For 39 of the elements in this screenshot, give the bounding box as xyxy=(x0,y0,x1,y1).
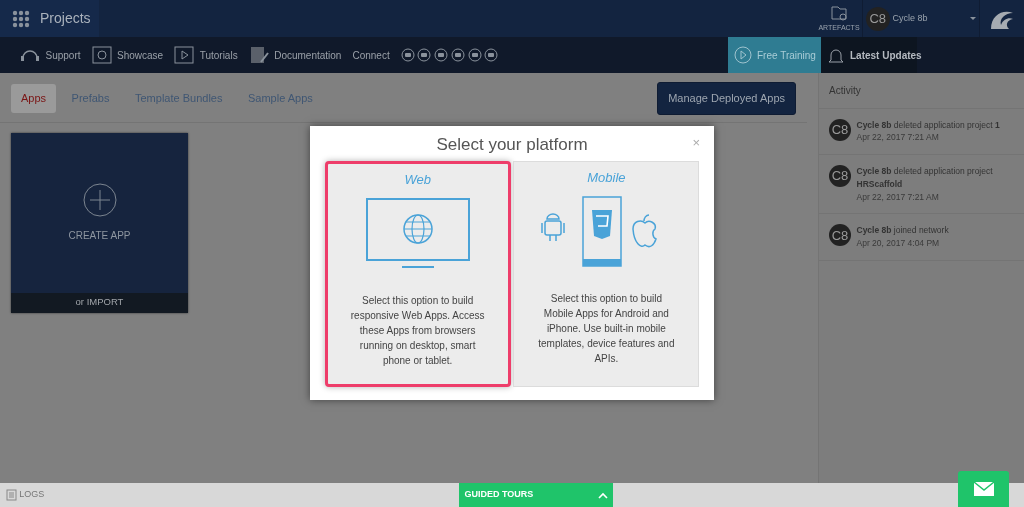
play-circle-icon xyxy=(733,46,752,64)
platform-option-card[interactable]: Web Select this option to build responsive Web Apps. Access these Apps from browsers running on desktop, smart phone or tablet. xyxy=(324,161,511,387)
option-title: Web xyxy=(404,170,431,189)
envelope-icon xyxy=(972,481,995,497)
connect-label: Connect xyxy=(352,48,390,63)
create-app-card[interactable]: CREATE APP or IMPORT xyxy=(11,132,188,313)
platform-option-card[interactable]: Mobile Select this option to build Mobile Apps for Android and iPhone. Use built-in mobile templates, device features and APIs. xyxy=(513,161,700,387)
toolbar-link[interactable]: Support xyxy=(20,46,81,64)
log-document-icon xyxy=(5,489,17,501)
apps-grid-icon[interactable] xyxy=(12,9,30,28)
user-avatar: C8 xyxy=(829,224,851,247)
activity-text: Cycle 8b deleted application project 1 xyxy=(856,118,1000,132)
plus-circle-icon xyxy=(82,182,117,217)
gear-frame-icon xyxy=(91,46,112,64)
user-avatar: C8 xyxy=(829,165,851,187)
caret-icon xyxy=(970,17,977,20)
user-avatar: C8 xyxy=(829,118,851,141)
option-description: Select this option to build Mobile Apps for Android and iPhone. Use built-in mobile templates, device features and APIs. xyxy=(537,292,676,366)
chevron-up-icon xyxy=(597,491,608,499)
import-link[interactable]: or IMPORT xyxy=(11,292,188,313)
option-description: Select this option to build responsive Web Apps. Access these Apps from browsers running on desktop, smart phone or tablet. xyxy=(349,294,486,368)
toolbar-link[interactable]: Documentation xyxy=(248,46,342,64)
user-avatar: C8 xyxy=(865,6,890,31)
activity-text: Cycle 8b deleted application project HRScaffold xyxy=(856,165,994,191)
modal-title: Select your platform xyxy=(436,133,588,156)
play-icon xyxy=(174,46,195,64)
manage-deployed-apps-button[interactable]: Manage Deployed Apps xyxy=(657,82,796,115)
option-title: Mobile xyxy=(587,168,626,187)
document-pen-icon xyxy=(248,46,269,64)
toolbar-link[interactable]: Tutorials xyxy=(174,46,238,64)
logs-link[interactable]: LOGS xyxy=(5,488,45,502)
activity-text: Cycle 8b joined network xyxy=(856,224,949,237)
page-title: Projects xyxy=(39,9,92,28)
bell-icon xyxy=(826,46,845,64)
folder-gear-icon xyxy=(829,3,849,24)
create-app-label: CREATE APP xyxy=(68,228,131,243)
tab[interactable]: Apps xyxy=(11,84,57,113)
activity-title: Activity xyxy=(829,85,861,96)
toolbar-link[interactable]: Showcase xyxy=(91,46,164,64)
